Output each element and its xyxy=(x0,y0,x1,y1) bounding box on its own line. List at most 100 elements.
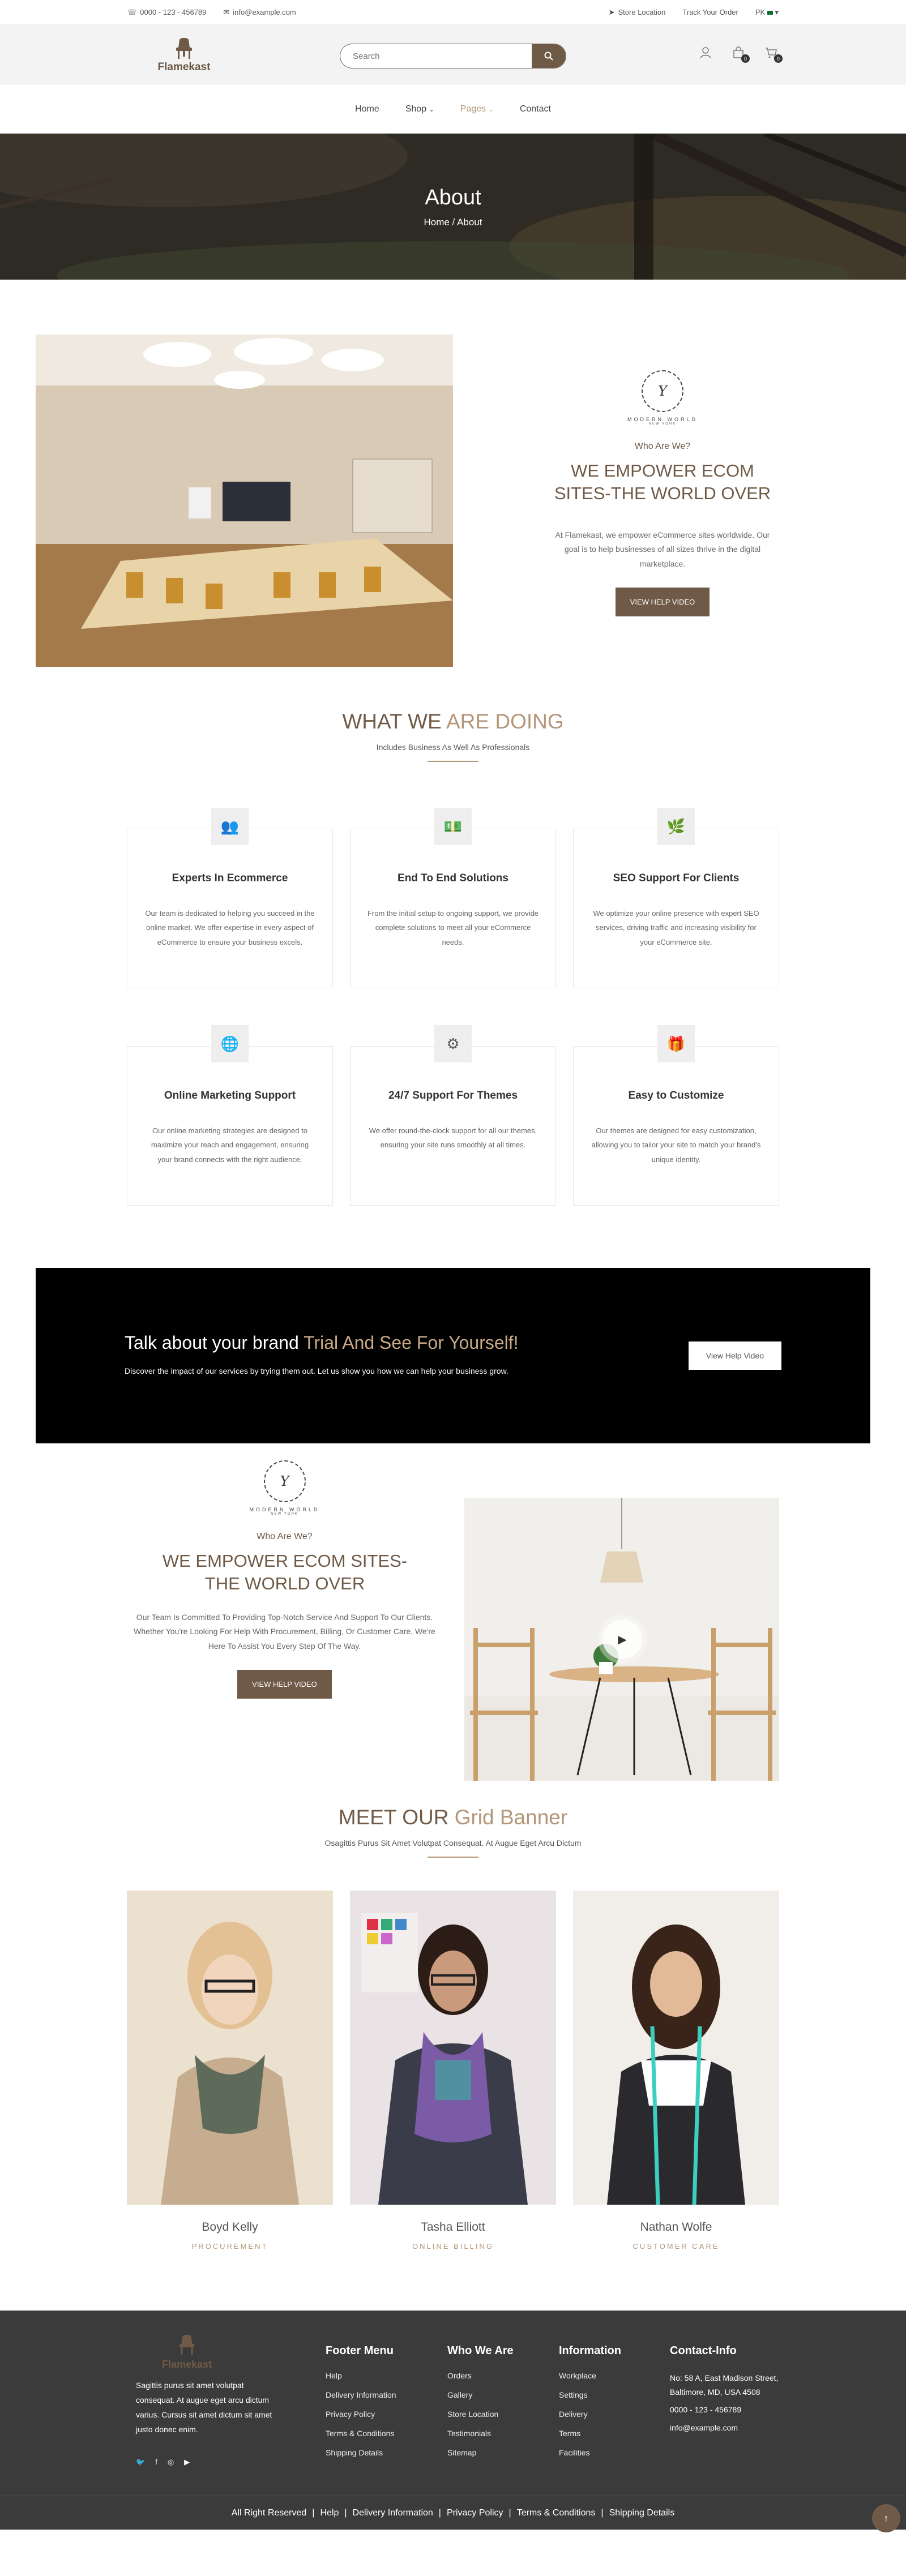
team-member-card[interactable]: Tasha Elliott ONLINE BILLING xyxy=(350,1891,556,2251)
footer-column-title: Who We Are xyxy=(447,2344,514,2357)
bottom-link[interactable]: Privacy Policy xyxy=(447,2508,503,2518)
wishlist-button[interactable]: 0 xyxy=(732,46,750,63)
footer-link[interactable]: Settings xyxy=(559,2390,621,2399)
nav-pages-label: Pages xyxy=(460,104,486,114)
youtube-icon[interactable]: ▶ xyxy=(184,2458,190,2467)
users-icon-glyph: 👥 xyxy=(220,817,240,835)
search-input[interactable] xyxy=(340,51,532,61)
footer-link[interactable]: Delivery xyxy=(559,2410,621,2419)
facebook-icon[interactable]: f xyxy=(155,2458,157,2467)
about-section: Y MODERN WORLD NEW YORK Who Are We? WE E… xyxy=(0,280,906,710)
conference-room-illustration xyxy=(36,335,453,667)
about-paragraph: At Flamekast, we empower eCommerce sites… xyxy=(555,530,770,569)
team-member-card[interactable]: Nathan Wolfe CUSTOMER CARE xyxy=(573,1891,779,2251)
instagram-icon[interactable]: ◎ xyxy=(168,2458,174,2467)
member-name: Nathan Wolfe xyxy=(640,2221,712,2234)
modern-world-seal-logo: Y xyxy=(642,370,683,412)
footer-column-title: Information xyxy=(559,2344,621,2357)
account-button[interactable] xyxy=(699,46,713,60)
language-selector[interactable]: PK ▾ xyxy=(755,8,779,17)
nav-shop-label: Shop xyxy=(405,104,427,114)
about-heading: WE EMPOWER ECOM SITES-THE WORLD OVER xyxy=(554,461,771,504)
bottom-link[interactable]: Help xyxy=(320,2508,339,2518)
banner-text: Discover the impact of our services by t… xyxy=(125,1366,508,1376)
phone-icon: ☏ xyxy=(127,7,137,16)
footer-link[interactable]: Facilities xyxy=(559,2448,621,2457)
footer-link[interactable]: Terms & Conditions xyxy=(326,2429,396,2438)
footer-contact-info: Contact-Info No: 58 A, East Madison Stre… xyxy=(670,2344,783,2432)
gift-icon-glyph: 🎁 xyxy=(666,1035,686,1052)
team-title: MEET OUR Grid Banner xyxy=(0,1806,906,1829)
banner-heading-white: Talk about your brand xyxy=(125,1332,299,1353)
bottom-link[interactable]: Delivery Information xyxy=(353,2508,433,2518)
footer-link[interactable]: Help xyxy=(326,2371,396,2380)
team-member-card[interactable]: Boyd Kelly PROCUREMENT xyxy=(127,1891,333,2251)
nav-home[interactable]: Home xyxy=(355,104,379,114)
seal-subcaption: NEW YORK xyxy=(271,1512,298,1516)
footer-logo[interactable]: Flamekast xyxy=(153,2333,221,2371)
breadcrumb[interactable]: Home / About xyxy=(424,217,482,228)
member-role: CUSTOMER CARE xyxy=(633,2242,720,2251)
contact-email[interactable]: info@example.com xyxy=(670,2423,783,2432)
store-location-link[interactable]: ➤ Store Location xyxy=(609,8,666,17)
users-icon: 👥 xyxy=(211,808,249,845)
footer-description: Sagittis purus sit amet volutpat consequ… xyxy=(136,2381,272,2434)
nav-shop[interactable]: Shop ⌄ xyxy=(405,104,434,114)
service-text: Our themes are designed for easy customi… xyxy=(591,1126,761,1164)
play-video-button[interactable]: ▶ xyxy=(602,1619,642,1659)
footer-link[interactable]: Sitemap xyxy=(447,2448,514,2457)
footer-link[interactable]: Workplace xyxy=(559,2371,621,2380)
gear-icon-glyph: ⚙ xyxy=(446,1035,460,1052)
nav-pages[interactable]: Pages ⌄ xyxy=(460,104,494,114)
contact-phone[interactable]: 0000 - 123 - 456789 xyxy=(670,2405,783,2414)
twitter-icon[interactable]: 🐦 xyxy=(136,2458,145,2467)
footer-column-information: Information Workplace Settings Delivery … xyxy=(559,2344,621,2467)
track-order-link[interactable]: Track Your Order xyxy=(682,8,738,16)
leaf-icon: 🌿 xyxy=(657,808,695,845)
service-title: SEO Support For Clients xyxy=(613,872,740,884)
service-card: 🌐 Online Marketing Support Our online mark… xyxy=(127,1025,333,1206)
banner-heading-accent: Trial And See For Yourself! xyxy=(304,1332,519,1353)
banner-video-button[interactable]: View Help Video xyxy=(688,1341,781,1370)
section-divider xyxy=(428,1857,478,1858)
leaf-icon-glyph: 🌿 xyxy=(666,817,686,835)
seal-letter: Y xyxy=(280,1473,289,1489)
service-text: From the initial setup to ongoing suppor… xyxy=(367,909,539,946)
scroll-to-top-button[interactable]: ↑ xyxy=(872,2504,900,2532)
footer-link[interactable]: Shipping Details xyxy=(326,2448,396,2457)
separator: | xyxy=(312,2508,315,2518)
footer-link[interactable]: Privacy Policy xyxy=(326,2410,396,2419)
phone-contact[interactable]: ☏ 0000 - 123 - 456789 xyxy=(127,8,206,17)
cart-count-badge: 0 xyxy=(774,54,783,63)
team-title-dark: MEET OUR xyxy=(338,1806,449,1829)
footer-link[interactable]: Terms xyxy=(559,2429,621,2438)
search-button[interactable] xyxy=(532,44,566,68)
contact-address: No: 58 A, East Madison Street, Baltimore… xyxy=(670,2373,779,2397)
email-contact[interactable]: ✉ info@example.com xyxy=(223,8,296,17)
footer-column-title: Contact-Info xyxy=(670,2344,737,2357)
bottom-link[interactable]: Shipping Details xyxy=(609,2508,675,2518)
footer-column-menu: Footer Menu Help Delivery Information Pr… xyxy=(326,2344,396,2467)
dining-room-video-thumbnail[interactable]: ▶ xyxy=(464,1498,779,1781)
footer-link[interactable]: Delivery Information xyxy=(326,2390,396,2399)
site-logo[interactable]: Flamekast xyxy=(147,36,221,74)
video-paragraph: Our Team Is Committed To Providing Top-N… xyxy=(134,1612,435,1651)
service-card: 🌿 SEO Support For Clients We optimize your… xyxy=(573,808,779,988)
footer-link[interactable]: Store Location xyxy=(447,2410,514,2419)
separator: | xyxy=(601,2508,604,2518)
view-help-video-button[interactable]: VIEW HELP VIDEO xyxy=(615,588,710,617)
nav-contact[interactable]: Contact xyxy=(520,104,551,114)
chevron-down-icon: ⌄ xyxy=(429,106,434,113)
footer-link[interactable]: Orders xyxy=(447,2371,514,2380)
footer-link[interactable]: Gallery xyxy=(447,2390,514,2399)
team-member-photo xyxy=(127,1891,333,2205)
view-help-video-button[interactable]: VIEW HELP VIDEO xyxy=(237,1670,332,1699)
brand-name: Flamekast xyxy=(157,61,211,73)
arrow-up-icon: ↑ xyxy=(883,2512,889,2524)
conference-room-image xyxy=(36,335,453,667)
chevron-down-icon: ▾ xyxy=(775,7,779,16)
footer-link[interactable]: Testimonials xyxy=(447,2429,514,2438)
cart-button[interactable]: 0 xyxy=(765,46,783,63)
bottom-link[interactable]: Terms & Conditions xyxy=(517,2508,596,2518)
service-card: ⚙ 24/7 Support For Themes We offer round-t… xyxy=(350,1025,556,1206)
